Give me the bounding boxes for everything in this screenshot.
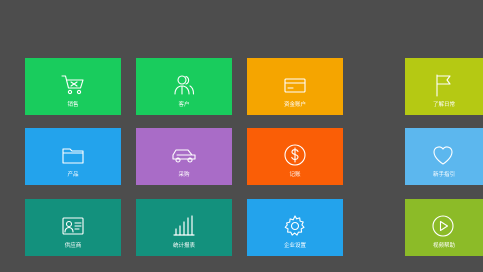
tile-purchasing[interactable]: 采购 [136,128,232,185]
tile-beginner-guide[interactable]: 新手指引 [405,128,483,185]
tile-video-help[interactable]: 视频帮助 [405,199,483,256]
flag-icon [430,72,456,98]
tile-sales[interactable]: 销售 [25,58,121,115]
dollar-icon [282,142,308,168]
settings-gear-icon [282,213,308,239]
tile-fund-accounts[interactable]: 资金账户 [247,58,343,115]
tile-daily-overview-label: 了解日常 [432,102,455,108]
tile-beginner-guide-label: 新手指引 [432,172,455,178]
tile-bookkeeping-label: 记账 [289,172,301,178]
tile-sales-label: 销售 [67,102,79,108]
supplier-card-icon [60,213,86,239]
tile-fund-accounts-label: 资金账户 [283,102,306,108]
tile-company-settings[interactable]: 企业设置 [247,199,343,256]
heart-icon [430,142,456,168]
credit-card-icon [282,72,308,98]
bar-chart-icon [171,213,197,239]
tile-bookkeeping[interactable]: 记账 [247,128,343,185]
folder-icon [60,142,86,168]
tile-purchasing-label: 采购 [178,172,190,178]
tile-statistics-reports-label: 统计报表 [172,243,195,249]
tile-company-settings-label: 企业设置 [283,243,306,249]
tile-statistics-reports[interactable]: 统计报表 [136,199,232,256]
tile-customers-label: 客户 [178,102,190,108]
tile-suppliers[interactable]: 供应商 [25,199,121,256]
play-circle-icon [430,213,456,239]
shopping-cart-icon [60,72,86,98]
tile-suppliers-label: 供应商 [64,243,82,249]
tile-customers[interactable]: 客户 [136,58,232,115]
tile-video-help-label: 视频帮助 [432,243,455,249]
tile-products[interactable]: 产品 [25,128,121,185]
tile-products-label: 产品 [67,172,79,178]
truck-icon [171,142,197,168]
tile-daily-overview[interactable]: 了解日常 [405,58,483,115]
customers-icon [171,72,197,98]
dashboard-tile-grid: 销售 客户 资金账户 了解日常 产品 采购 记账 新手指引 供应商 统计报表 企… [0,0,483,272]
